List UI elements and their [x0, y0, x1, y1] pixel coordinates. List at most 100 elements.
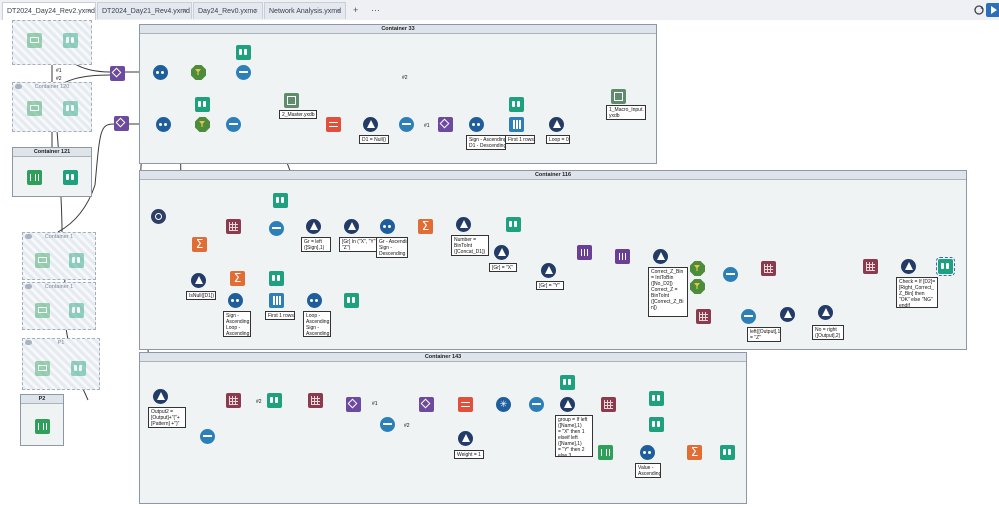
input-data-tool[interactable] [35, 303, 50, 318]
join-tool[interactable] [696, 309, 711, 324]
container-top-left[interactable] [12, 20, 92, 65]
filter-tool[interactable] [690, 261, 705, 276]
macro-tool[interactable] [151, 209, 166, 224]
browse-tool[interactable] [936, 257, 955, 276]
container-p2[interactable]: P2 [20, 394, 64, 446]
filter-tool[interactable] [191, 273, 206, 288]
tab-close-icon[interactable]: × [254, 3, 258, 19]
sample-tool[interactable] [269, 293, 284, 308]
formula-tool[interactable] [549, 117, 564, 132]
browse-tool[interactable] [267, 393, 282, 408]
input-data-tool[interactable] [27, 101, 42, 116]
record-id-tool[interactable] [326, 117, 341, 132]
tab-day24-rev0[interactable]: Day24_Rev0.yxmc × [193, 2, 263, 19]
union-tool[interactable] [346, 397, 361, 412]
input-data-tool[interactable] [35, 419, 50, 434]
sort-tool[interactable] [307, 293, 322, 308]
filter-tool[interactable] [494, 245, 509, 260]
join-tool[interactable] [226, 393, 241, 408]
output-data-tool[interactable] [611, 89, 626, 104]
browse-tool[interactable] [63, 170, 78, 185]
new-tab-button[interactable]: + [353, 3, 358, 17]
browse-tool[interactable] [649, 391, 664, 406]
browse-tool[interactable] [269, 271, 284, 286]
container-p1[interactable]: P1 [22, 338, 100, 390]
input-data-tool[interactable] [35, 253, 50, 268]
browse-tool[interactable] [560, 375, 575, 390]
formula-tool[interactable] [458, 431, 473, 446]
join-tool[interactable] [863, 259, 878, 274]
container-a[interactable]: Container 1 [22, 232, 96, 280]
filter-tool[interactable] [690, 279, 705, 294]
union-tool[interactable] [438, 117, 453, 132]
select-tool[interactable] [226, 117, 241, 132]
browse-tool[interactable] [69, 303, 84, 318]
formula-tool[interactable] [653, 249, 668, 264]
union-tool[interactable] [110, 66, 125, 81]
multi-row-formula-tool[interactable] [226, 219, 241, 234]
join-tool[interactable] [308, 393, 323, 408]
summarize-tool[interactable] [230, 270, 245, 286]
input-data-tool[interactable] [27, 170, 42, 185]
input-data-tool[interactable] [27, 33, 42, 48]
output-data-tool[interactable] [284, 93, 299, 108]
tab-overflow-button[interactable]: ··· [371, 3, 380, 17]
sample-tool[interactable] [509, 117, 524, 132]
summarize-tool[interactable] [192, 236, 207, 252]
sort-tool[interactable] [469, 117, 484, 132]
select-tool[interactable] [529, 397, 544, 412]
browse-tool[interactable] [720, 445, 735, 460]
formula-tool[interactable] [456, 217, 471, 232]
run-workflow-icon[interactable] [986, 3, 999, 17]
tab-dt2024-day24-rev2[interactable]: DT2024_Day24_Rev2.yxmd × [2, 2, 96, 21]
sort-tool[interactable] [228, 293, 243, 308]
sort-tool[interactable] [156, 117, 171, 132]
tab-close-icon[interactable]: × [87, 3, 91, 20]
select-tool[interactable] [723, 267, 738, 282]
summarize-tool[interactable] [687, 444, 702, 460]
browse-tool[interactable] [273, 193, 288, 208]
browse-tool[interactable] [649, 417, 664, 432]
container-33[interactable]: Container 33 2_Master.yxdb D1 = Null() S… [139, 24, 657, 164]
select-tool[interactable] [380, 417, 395, 432]
container-121[interactable]: Container 121 [12, 147, 92, 197]
browse-tool[interactable] [71, 361, 86, 376]
filter-tool[interactable] [191, 65, 206, 80]
tab-network-analysis[interactable]: Network Analysis.yxmd × [264, 2, 346, 19]
formula-tool[interactable] [901, 259, 916, 274]
browse-tool[interactable] [195, 97, 210, 112]
sort-tool[interactable] [640, 445, 655, 460]
input-data-tool[interactable] [35, 361, 50, 376]
container-120[interactable]: Container 120 [12, 82, 92, 132]
workflow-canvas[interactable]: Container 120 Container 121 Container 1 … [0, 20, 999, 508]
select-tool[interactable] [741, 309, 756, 324]
select-tool[interactable] [200, 429, 215, 444]
browse-tool[interactable] [509, 97, 524, 112]
crosstab-tool[interactable] [601, 397, 616, 412]
input-data-tool[interactable] [598, 445, 613, 460]
select-tool[interactable] [399, 117, 414, 132]
union-tool[interactable] [114, 116, 129, 131]
summarize-tool[interactable] [418, 218, 433, 234]
browse-tool[interactable] [344, 293, 359, 308]
browse-tool[interactable] [506, 217, 521, 232]
browse-tool[interactable] [69, 253, 84, 268]
browse-tool[interactable] [236, 45, 251, 60]
union-tool[interactable] [419, 397, 434, 412]
formula-tool[interactable] [780, 307, 795, 322]
select-tool[interactable] [269, 221, 284, 236]
refresh-icon[interactable] [972, 3, 986, 17]
browse-tool[interactable] [63, 101, 78, 116]
sort-tool[interactable] [380, 219, 395, 234]
browse-tool[interactable] [63, 33, 78, 48]
sort-tool[interactable] [153, 65, 168, 80]
fuzzy-match-tool[interactable] [577, 245, 592, 260]
fuzzy-match-tool[interactable] [615, 249, 630, 264]
container-143[interactable]: Container 143 Output2 = [Output]+"("+ [P… [139, 352, 747, 504]
select-tool[interactable] [236, 65, 251, 80]
tab-close-icon[interactable]: × [183, 3, 187, 19]
tab-close-icon[interactable]: × [337, 3, 341, 19]
filter-tool[interactable] [344, 219, 359, 234]
formula-tool[interactable] [818, 305, 833, 320]
formula-tool[interactable] [306, 219, 321, 234]
